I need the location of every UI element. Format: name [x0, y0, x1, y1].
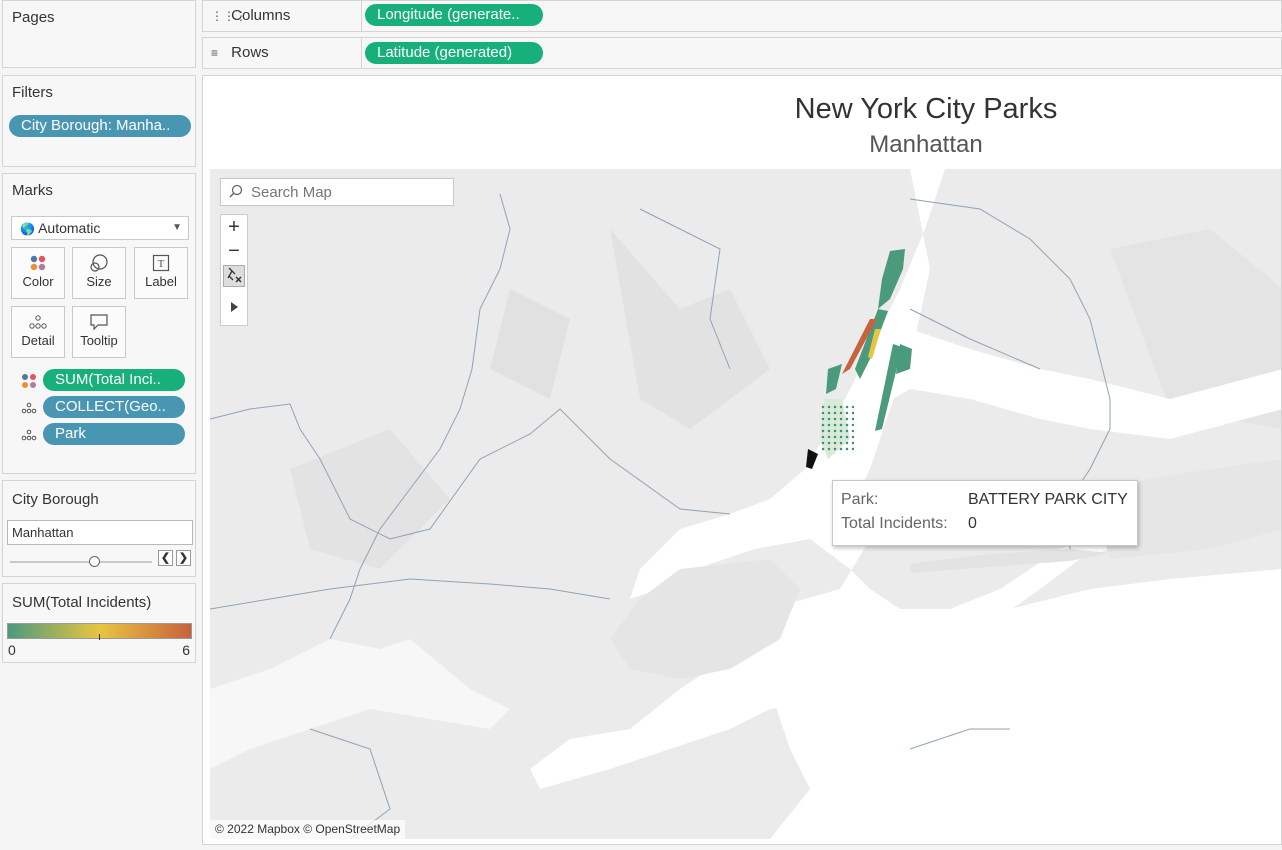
borough-quick-filter: City Borough Manhattan ❮ ❯: [2, 480, 196, 577]
columns-label: Columns: [231, 7, 291, 24]
map-search[interactable]: [220, 178, 454, 206]
rows-shelf[interactable]: ≡ Rows Latitude (generated): [202, 37, 1282, 69]
tooltip-incidents-label: Total Incidents:: [841, 515, 948, 532]
reset-map-button[interactable]: [223, 265, 245, 287]
sum-incidents-pill[interactable]: SUM(Total Inci..: [43, 369, 185, 391]
size-label: Size: [86, 274, 112, 289]
detail-label: Detail: [21, 333, 55, 348]
slider-next-button[interactable]: ❯: [176, 550, 191, 566]
zoom-in-button[interactable]: +: [221, 215, 247, 240]
mark-type-value: Automatic: [38, 220, 101, 236]
legend-min: 0: [8, 642, 16, 658]
label-button[interactable]: T Label: [134, 247, 188, 299]
longitude-pill[interactable]: Longitude (generate..: [365, 4, 543, 26]
globe-icon: 🌎: [20, 222, 35, 236]
tooltip-label: Tooltip: [80, 333, 118, 348]
legend-max: 6: [182, 642, 190, 658]
rows-icon: ≡: [211, 46, 219, 60]
mark-type-dropdown[interactable]: 🌎 Automatic ▼: [11, 216, 189, 240]
latitude-pill[interactable]: Latitude (generated): [365, 42, 543, 64]
color-legend: SUM(Total Incidents) 0 6: [2, 583, 196, 663]
borough-value: Manhattan: [12, 525, 74, 540]
search-icon: [228, 183, 246, 201]
detail-button[interactable]: Detail: [11, 306, 65, 358]
detail-icon: [12, 307, 64, 333]
collect-geometry-pill[interactable]: COLLECT(Geo..: [43, 396, 185, 418]
view-title: New York City Parks: [794, 93, 1058, 125]
search-input[interactable]: [251, 182, 449, 202]
columns-shelf-label: ⋮⋮⋮ Columns: [203, 1, 362, 31]
color-field-icon: [21, 373, 39, 389]
legend-title: SUM(Total Incidents): [12, 594, 152, 611]
borough-slider[interactable]: [10, 556, 152, 568]
expand-toolbar-button[interactable]: [221, 287, 247, 321]
slider-prev-button[interactable]: ❮: [158, 550, 173, 566]
tooltip-park-label: Park:: [841, 491, 879, 508]
worksheet-view: New York City Parks Manhattan Search Map…: [202, 75, 1282, 845]
tooltip-icon: [73, 307, 125, 333]
color-icon: [12, 248, 64, 274]
map-attribution[interactable]: © 2022 Mapbox © OpenStreetMap: [210, 820, 406, 839]
size-icon: [73, 248, 125, 274]
rows-label: Rows: [231, 44, 269, 61]
borough-filter-pill[interactable]: City Borough: Manha..: [9, 115, 191, 137]
color-button[interactable]: Color: [11, 247, 65, 299]
label-label: Label: [145, 274, 177, 289]
map-area[interactable]: + − © 2022 Mapbox © OpenStreetMap Park: …: [210, 169, 1281, 839]
borough-value-field[interactable]: Manhattan: [7, 520, 193, 545]
detail-field-icon: [21, 427, 39, 443]
pages-card: Pages: [2, 0, 196, 68]
map-controls: + −: [220, 214, 248, 326]
borough-filter-title: City Borough: [12, 491, 99, 508]
park-pill[interactable]: Park: [43, 423, 185, 445]
svg-text:T: T: [158, 258, 165, 270]
columns-icon: ⋮⋮⋮: [211, 9, 247, 23]
park-marks-dots: [820, 404, 854, 454]
pages-title: Pages: [12, 9, 55, 26]
detail-field-icon: [21, 400, 39, 416]
tooltip-park-value: BATTERY PARK CITY: [968, 491, 1128, 508]
slider-thumb[interactable]: [88, 556, 100, 567]
chevron-down-icon: ▼: [172, 222, 182, 233]
color-label: Color: [22, 274, 54, 289]
columns-shelf[interactable]: ⋮⋮⋮ Columns Longitude (generate..: [202, 0, 1282, 32]
zoom-out-button[interactable]: −: [221, 240, 247, 265]
marks-title: Marks: [12, 182, 53, 199]
tooltip-button[interactable]: Tooltip: [72, 306, 126, 358]
size-button[interactable]: Size: [72, 247, 126, 299]
rows-shelf-label: ≡ Rows: [203, 38, 362, 68]
play-arrow-icon: [230, 302, 238, 312]
pin-reset-icon: [227, 267, 242, 283]
view-subtitle: Manhattan: [869, 131, 983, 158]
tooltip-incidents-value: 0: [968, 515, 977, 532]
slider-track: [10, 561, 152, 563]
filters-title: Filters: [12, 84, 53, 101]
label-icon: T: [135, 248, 187, 274]
filters-card: Filters City Borough: Manha..: [2, 75, 196, 167]
marks-card: Marks 🌎 Automatic ▼ Color Size T Label D…: [2, 173, 196, 474]
mark-tooltip: Park: BATTERY PARK CITY Total Incidents:…: [832, 480, 1138, 546]
legend-midpoint-tick: [99, 634, 100, 640]
